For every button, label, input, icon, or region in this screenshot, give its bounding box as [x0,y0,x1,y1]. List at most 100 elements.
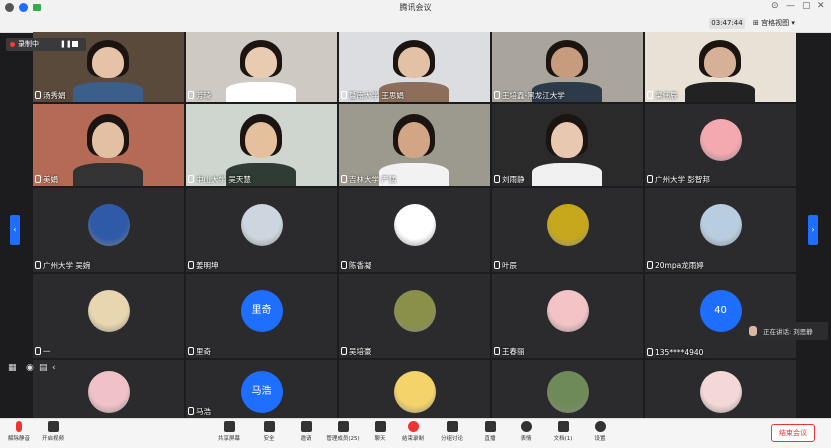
start-video-button[interactable]: 开启视频 [36,421,70,442]
prev-page-button[interactable]: ‹ [10,215,20,245]
participant-tile[interactable]: 里奇 里奇 [186,274,337,358]
layout-view-button[interactable]: ⊞ 宫格视图 ▾ [753,18,795,29]
shield-icon [263,421,275,432]
meeting-info-bar [0,16,831,33]
participant-tile[interactable]: 王培鑫-黑龙江大学 [492,32,643,102]
mic-muted-icon [16,421,22,432]
participant-name-text: 姜明坤 [196,261,219,270]
collapse-icon[interactable]: ‹ [52,363,56,373]
view-switcher: ▦ ◉ ▤ ‹ [8,363,63,375]
participant-name-text: 王培鑫-黑龙江大学 [502,91,565,100]
share-screen-button[interactable]: 共享屏幕 [212,421,246,442]
participant-tile[interactable]: 马浩 马浩 [186,360,337,418]
maximize-icon[interactable]: ▢ [802,1,811,11]
participant-tile[interactable]: 20mpa龙雨婷 [645,188,796,272]
participant-name-text: 马浩 [196,407,211,416]
participant-name-text: 芳琦 [196,91,211,100]
participant-name-text: 20mpa龙雨婷 [655,261,704,270]
mic-muted-icon [647,91,653,99]
participant-tile[interactable]: 芳琦 [186,32,337,102]
participant-tile[interactable]: 吴培豪 [339,274,490,358]
participant-name-text: 叶辰 [502,261,517,270]
participant-avatar [546,289,589,332]
record-icon [407,421,419,432]
participant-avatar [393,289,436,332]
participant-tile[interactable]: 梁伟辰 [645,32,796,102]
participant-tile[interactable]: 一 [33,274,184,358]
participant-name: 中山大学 吴天慧 [188,174,251,185]
participant-avatar [699,370,742,413]
participant-avatar: 40 [699,289,742,332]
settings-button[interactable]: 设置 [583,421,617,442]
chat-button[interactable]: 聊天 [363,421,397,442]
mic-muted-icon [35,91,41,99]
minimize-icon[interactable]: — [786,1,795,11]
participant-avatar [546,203,589,246]
close-icon[interactable]: ✕ [817,1,825,11]
gallery-icon[interactable]: ▦ [8,363,17,373]
pause-recording-button[interactable]: ❚❚ [60,40,72,48]
smile-icon [520,421,532,432]
participant-tile[interactable]: 姜明坤 [186,188,337,272]
manage-members-button[interactable]: 管理成员(25) [326,421,360,442]
security-button[interactable]: 安全 [252,421,286,442]
participant-tile[interactable] [645,360,796,418]
next-page-button[interactable]: › [808,215,818,245]
participant-tile[interactable] [339,360,490,418]
participant-tile[interactable]: 刘雨静 [492,104,643,186]
speaker-view-icon[interactable]: ◉ [26,363,34,373]
participant-tile[interactable]: 广州大学 吴婉 [33,188,184,272]
participant-tile[interactable]: 美娟 [33,104,184,186]
participant-avatar [699,119,742,162]
invite-button[interactable]: 邀请 [289,421,323,442]
mic-muted-icon [647,261,653,269]
participant-tile[interactable]: 叶辰 [492,188,643,272]
window-title: 腾讯会议 [399,3,432,12]
participant-name-text: 广州大学 彭智邦 [655,175,710,184]
documents-button[interactable]: 文档(1) [546,421,580,442]
invite-icon [300,421,312,432]
live-icon [484,421,496,432]
participant-tile[interactable]: 王春丽 [492,274,643,358]
participant-tile[interactable]: 暨南大学 王思娟 [339,32,490,102]
participant-name-text: 刘雨静 [502,175,525,184]
participant-name: 马浩 [188,406,211,417]
participant-name-text: 汤秀娟 [43,91,66,100]
participant-tile[interactable]: 40 135****4940 [645,274,796,358]
stop-recording-toolbar-button[interactable]: 结束录制 [396,421,430,442]
participant-name: 里奇 [188,346,211,357]
participant-name-text: 梁伟辰 [655,91,678,100]
participant-avatar [699,203,742,246]
live-button[interactable]: 直播 [473,421,507,442]
participant-name-text: 吉林大学 严猛 [349,175,397,184]
mic-muted-icon [341,91,347,99]
pin-icon[interactable]: ⊙ [771,1,779,11]
end-meeting-button[interactable]: 结束会议 [771,424,815,442]
list-icon[interactable]: ▤ [39,363,48,373]
mic-muted-icon [647,348,653,356]
speaking-indicator: 正在讲话: 刘思静 [743,322,828,340]
reactions-button[interactable]: 表情 [509,421,543,442]
participant-tile[interactable]: 吉林大学 严猛 [339,104,490,186]
mic-muted-icon [494,175,500,183]
mic-muted-icon [494,261,500,269]
unmute-button[interactable]: 解除静音 [2,421,36,442]
members-icon [337,421,349,432]
layout-label: 宫格视图 [761,19,790,27]
participant-name-text: 暨南大学 王思娟 [349,91,404,100]
participant-name-text: 陈香凝 [349,261,372,270]
participant-tile[interactable] [492,360,643,418]
stop-recording-button[interactable] [72,41,78,47]
breakout-rooms-button[interactable]: 分组讨论 [435,421,469,442]
participant-tile[interactable]: 中山大学 吴天慧 [186,104,337,186]
meeting-toolbar: 解除静音 开启视频 共享屏幕 安全 邀请 管理成员(25) 聊天 结束录制 分组… [0,418,831,448]
participant-tile[interactable]: 广州大学 彭智邦 [645,104,796,186]
participant-tile[interactable]: 陈香凝 [339,188,490,272]
title-bar: 腾讯会议 ⊙ — ▢ ✕ [0,0,831,16]
gear-icon [594,421,606,432]
participant-avatar [240,203,283,246]
participant-name: 吴培豪 [341,346,372,357]
participant-avatar [546,370,589,413]
mic-muted-icon [341,175,347,183]
mic-muted-icon [35,261,41,269]
